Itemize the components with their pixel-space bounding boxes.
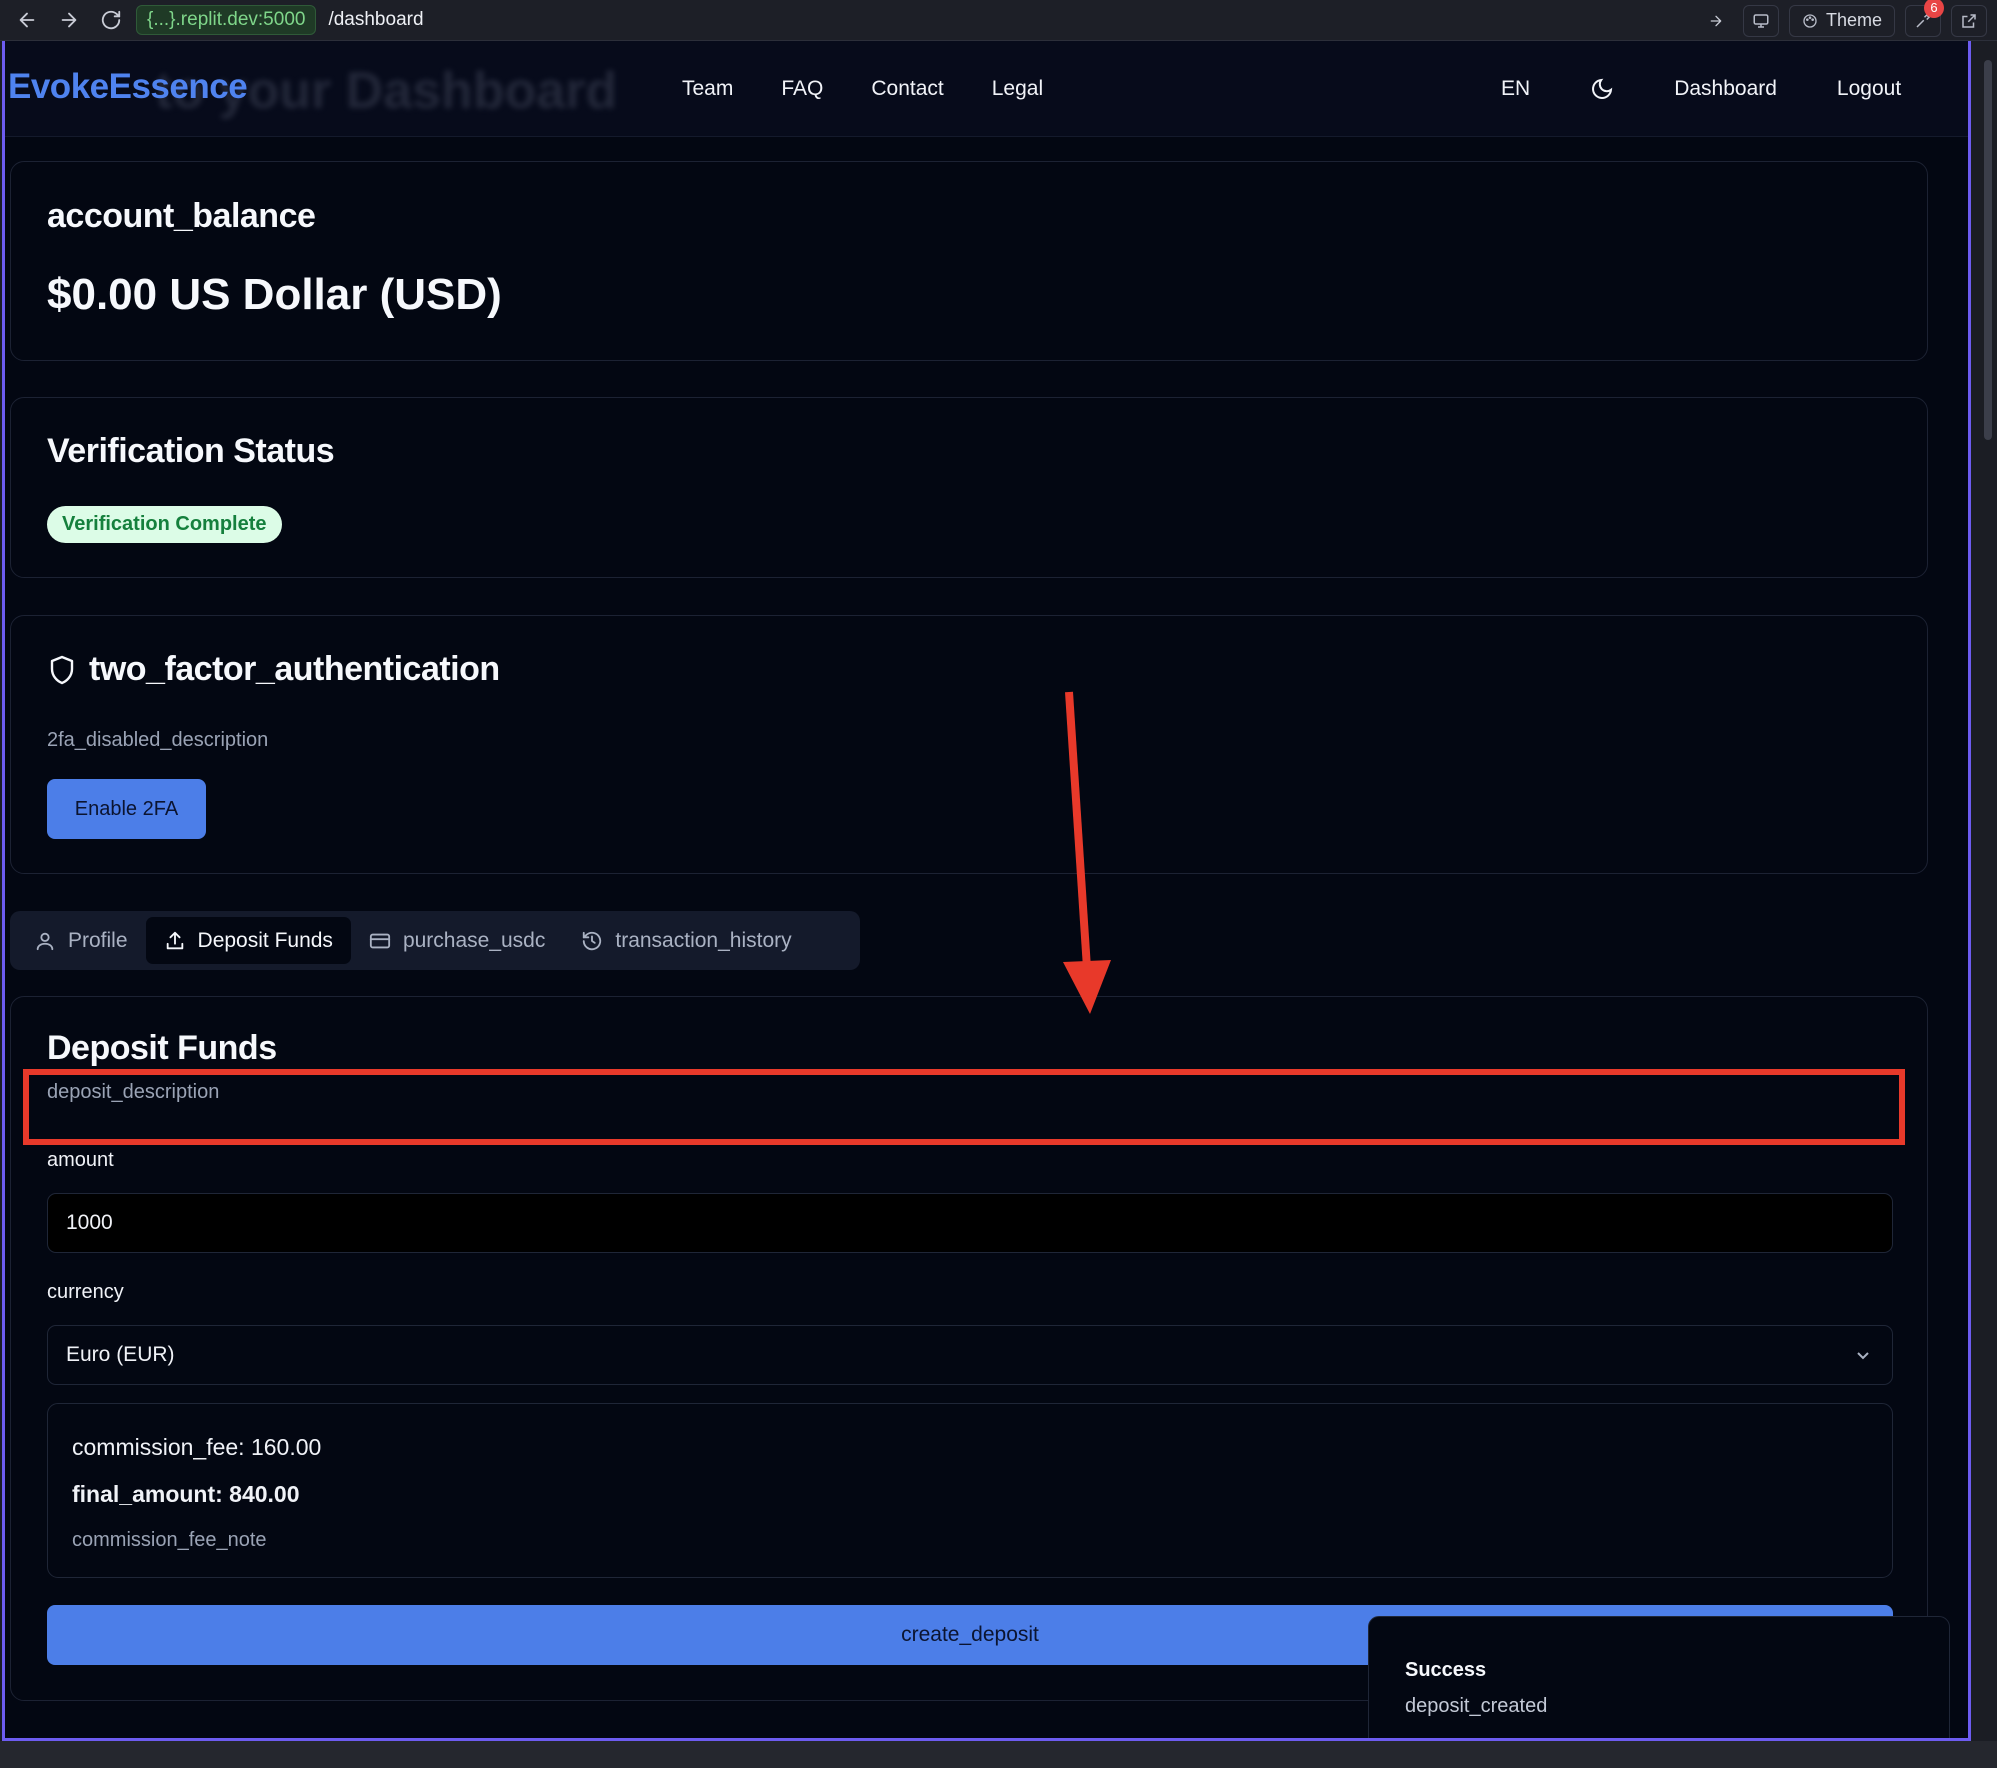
- scrollbar-thumb[interactable]: [1984, 60, 1992, 440]
- language-selector[interactable]: EN: [1501, 77, 1530, 101]
- devices-icon[interactable]: [1742, 4, 1779, 37]
- credit-card-icon: [369, 933, 391, 948]
- fee-summary: commission_fee: 160.00 final_amount: 840…: [47, 1403, 1893, 1578]
- reload-icon[interactable]: [94, 3, 128, 37]
- balance-value: $0.00 US Dollar (USD): [47, 270, 502, 319]
- toast-notification[interactable]: Success deposit_created: [1368, 1616, 1950, 1738]
- moon-icon[interactable]: [1590, 77, 1614, 101]
- forward-icon[interactable]: [52, 3, 86, 37]
- verification-card: Verification Status Verification Complet…: [10, 397, 1928, 578]
- shield-icon: [49, 655, 75, 685]
- twofa-title: two_factor_authentication: [89, 650, 500, 688]
- main-nav: Team FAQ Contact Legal: [682, 77, 1043, 101]
- history-icon: [583, 931, 602, 950]
- balance-card: account_balance $0.00 US Dollar (USD): [10, 161, 1928, 361]
- tab-list: Profile Deposit Funds purchase_usdc tran…: [10, 911, 860, 970]
- user-icon: [36, 932, 54, 950]
- amount-input[interactable]: 1000: [47, 1193, 1893, 1253]
- status-badge: Verification Complete: [47, 506, 282, 543]
- currency-select[interactable]: Euro (EUR): [47, 1325, 1893, 1385]
- fee-note: commission_fee_note: [72, 1529, 267, 1551]
- upload-icon: [166, 931, 183, 949]
- verification-title: Verification Status: [47, 432, 335, 470]
- nav-dashboard[interactable]: Dashboard: [1674, 77, 1777, 101]
- tab-purchase-usdc[interactable]: purchase_usdc: [351, 917, 563, 964]
- nav-contact[interactable]: Contact: [871, 77, 943, 101]
- palette-icon: [1803, 13, 1817, 28]
- tab-label: purchase_usdc: [402, 928, 546, 952]
- nav-team[interactable]: Team: [682, 77, 733, 101]
- tab-label: Profile: [68, 928, 128, 952]
- toast-description: deposit_created: [1405, 1695, 1548, 1717]
- chevron-down-icon: [1854, 1346, 1872, 1364]
- balance-title: account_balance: [47, 197, 316, 235]
- nav-legal[interactable]: Legal: [992, 77, 1043, 101]
- commission-fee: commission_fee: 160.00: [72, 1434, 322, 1460]
- toast-title: Success: [1405, 1659, 1487, 1681]
- tools-icon[interactable]: 6: [1905, 0, 1944, 37]
- notification-badge: 6: [1924, 0, 1944, 18]
- nav-faq[interactable]: FAQ: [781, 77, 823, 101]
- theme-label: Theme: [1825, 10, 1882, 30]
- bottom-strip: [0, 1741, 1997, 1768]
- tab-label: Deposit Funds: [197, 928, 333, 952]
- right-nav: EN Dashboard Logout: [1501, 77, 1901, 101]
- deposit-title: Deposit Funds: [47, 1029, 277, 1067]
- currency-value: Euro (EUR): [66, 1343, 175, 1366]
- external-link-icon[interactable]: [1951, 4, 1987, 37]
- twofa-card: two_factor_authentication 2fa_disabled_d…: [10, 615, 1928, 874]
- tab-label: transaction_history: [615, 928, 792, 952]
- tab-profile[interactable]: Profile: [16, 917, 146, 964]
- amount-label: amount: [47, 1149, 114, 1171]
- logout-button[interactable]: Logout: [1837, 77, 1901, 101]
- open-arrow-icon[interactable]: [1699, 4, 1733, 38]
- site-header: to your Dashboard EvokeEssence Team FAQ …: [5, 41, 1968, 137]
- enable-2fa-button[interactable]: Enable 2FA: [47, 779, 206, 839]
- final-amount: final_amount: 840.00: [72, 1481, 300, 1507]
- annotation-highlight-box: [23, 1069, 1905, 1145]
- url-host[interactable]: {...}.replit.dev:5000: [136, 5, 317, 35]
- browser-toolbar: {...}.replit.dev:5000 /dashboard Theme 6: [0, 0, 1997, 41]
- url-path[interactable]: /dashboard: [328, 9, 423, 31]
- theme-button[interactable]: Theme: [1788, 4, 1895, 37]
- twofa-description: 2fa_disabled_description: [47, 729, 269, 751]
- currency-label: currency: [47, 1281, 124, 1303]
- back-icon[interactable]: [10, 3, 44, 37]
- tab-deposit-funds[interactable]: Deposit Funds: [145, 917, 351, 964]
- tab-transaction-history[interactable]: transaction_history: [563, 917, 809, 964]
- logo[interactable]: EvokeEssence: [8, 67, 248, 107]
- app-viewport: to your Dashboard EvokeEssence Team FAQ …: [2, 41, 1971, 1741]
